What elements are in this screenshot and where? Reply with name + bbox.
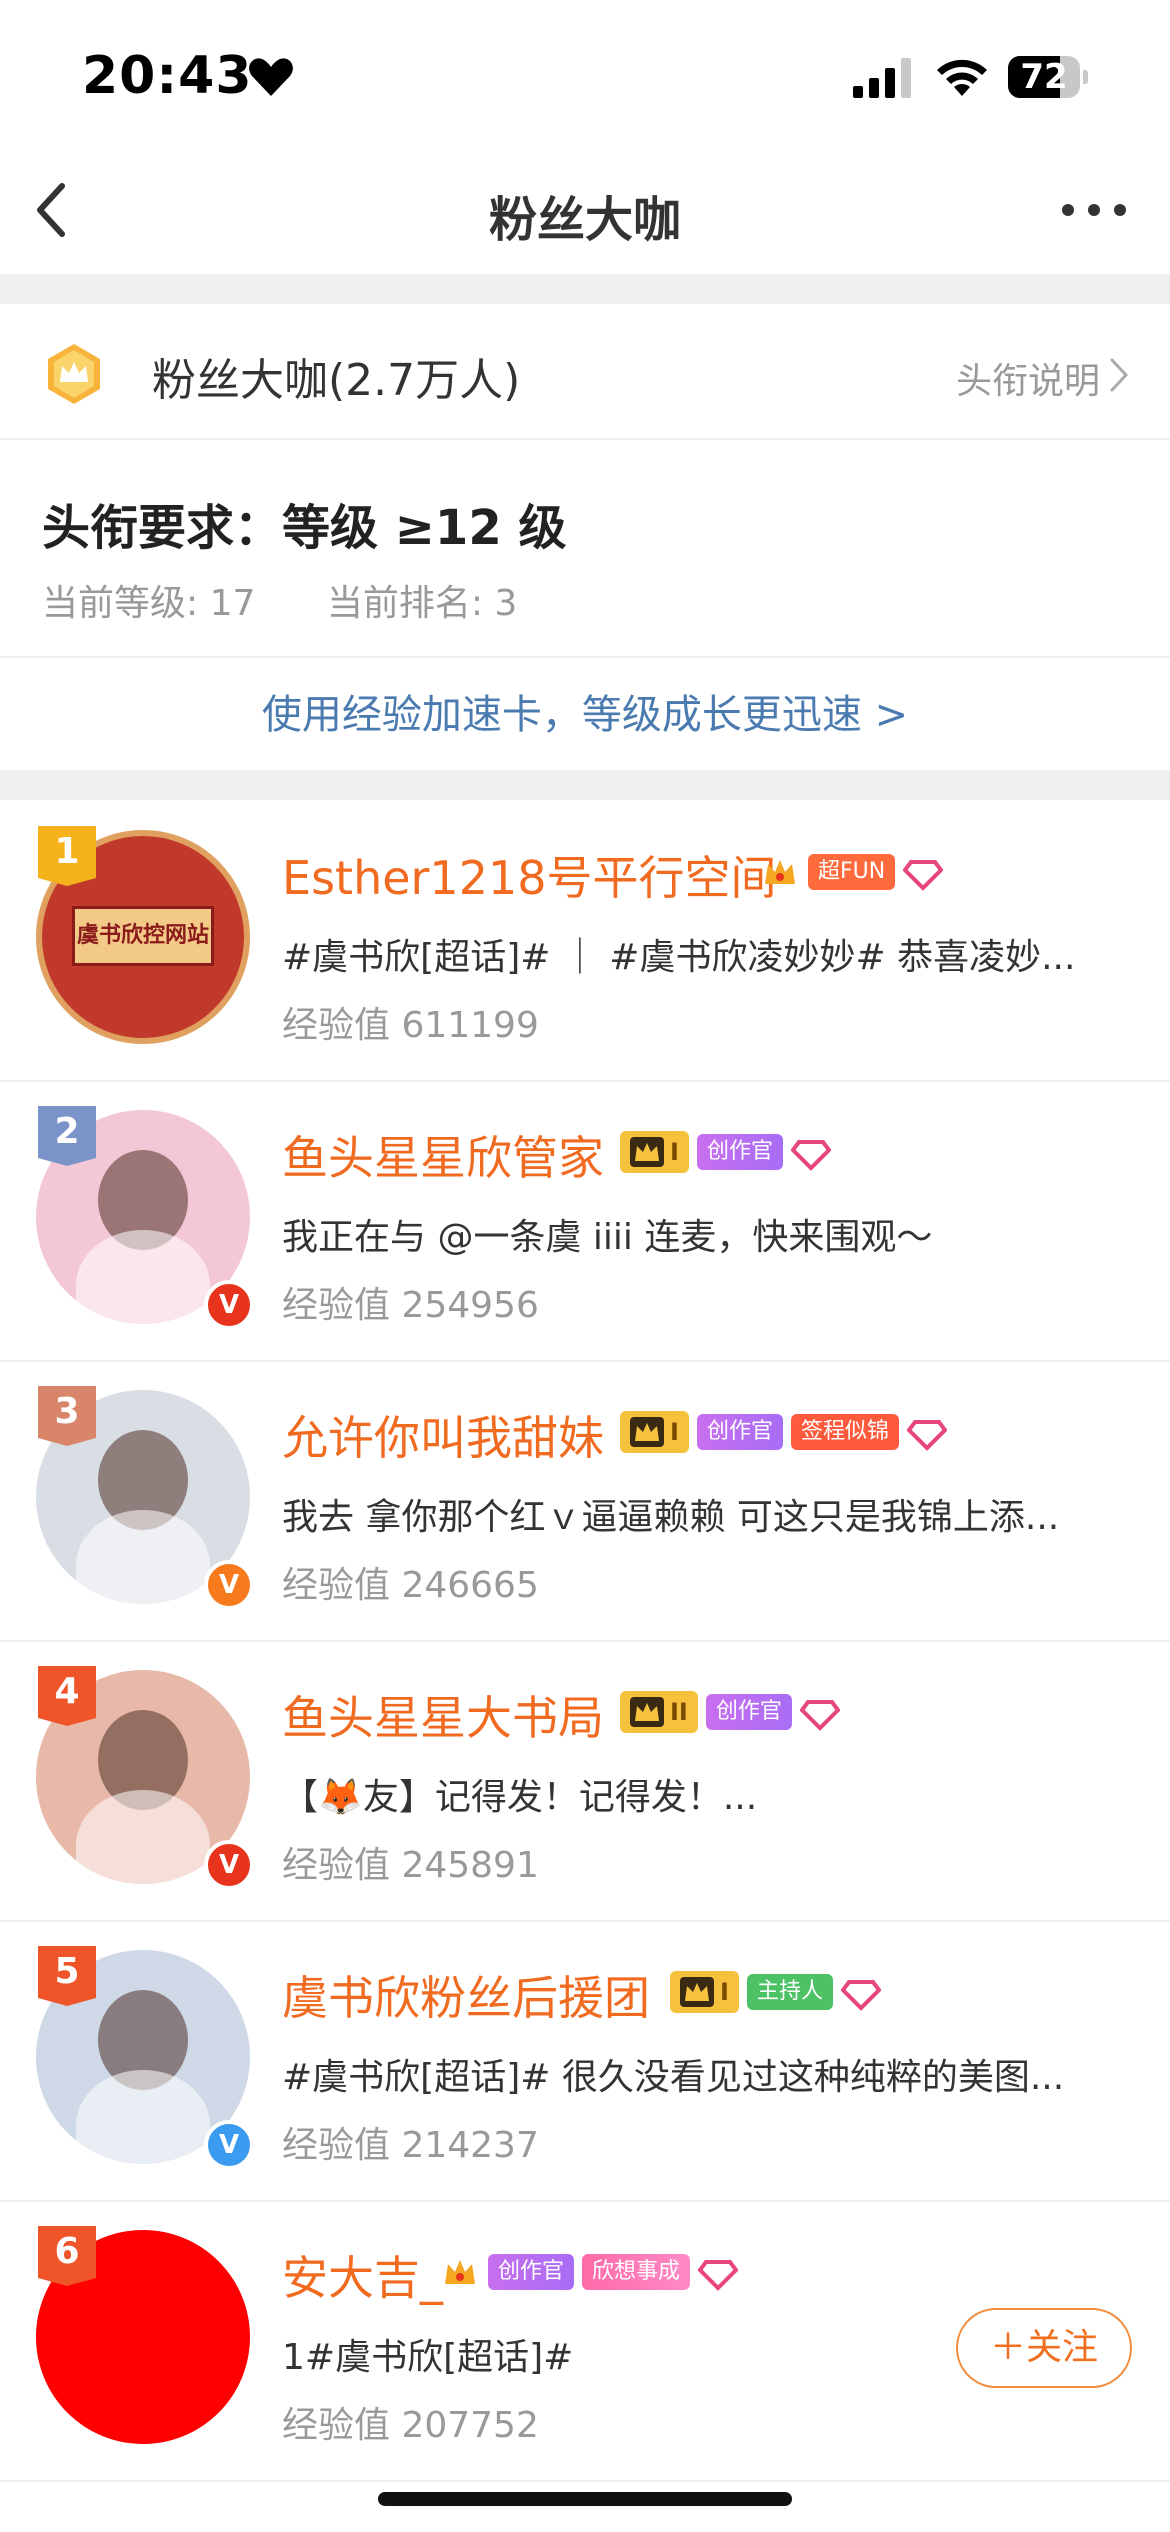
user-name[interactable]: 允许你叫我甜妹 <box>282 1402 604 1468</box>
crown-icon <box>630 1697 664 1727</box>
user-tag: 创作官 <box>705 1694 792 1730</box>
page-title: 粉丝大咖 <box>488 192 681 248</box>
section-divider <box>0 770 1170 800</box>
chevron-right-icon[interactable] <box>1108 356 1130 394</box>
badge-strip: 创作官 欣想事成 <box>440 2248 739 2296</box>
group-name: 粉丝大咖(2.7万人) <box>152 355 521 406</box>
rank-number: 5 <box>54 1951 80 1992</box>
fan-level-badge: I <box>620 1131 689 1173</box>
user-description: 我去 拿你那个红ｖ逼逼赖赖 可这只是我锦上添... <box>282 1497 1060 1538</box>
ranking-row[interactable]: 虞书欣控网站 1 Esther1218号平行空间 超FUN #虞书欣[超话]# ｜ #虞… <box>0 800 1170 1082</box>
diamond-icon <box>790 1140 831 1171</box>
requirement-title: 头衔要求：等级 ≥12 级 <box>42 500 567 556</box>
badge-strip: 超FUN <box>760 848 944 896</box>
verified-badge-icon: V <box>204 1560 254 1610</box>
crown-icon <box>630 1137 664 1167</box>
badge-strip: I 主持人 <box>670 1968 881 2016</box>
section-divider <box>0 274 1170 304</box>
user-name[interactable]: 虞书欣粉丝后援团 <box>282 1962 650 2028</box>
user-description: #虞书欣[超话]# ｜ #虞书欣凌妙妙# 恭喜凌妙... <box>282 937 1076 978</box>
user-name[interactable]: 鱼头星星大书局 <box>282 1682 604 1748</box>
verified-badge-icon: V <box>204 1840 254 1890</box>
follow-button[interactable]: ＋关注 <box>956 2308 1132 2388</box>
vip-crown-icon <box>445 2260 475 2284</box>
fan-level-text: I <box>670 1418 679 1446</box>
user-tag: 创作官 <box>696 1414 783 1450</box>
fan-level-badge: I <box>620 1411 689 1453</box>
user-tag: 创作官 <box>488 2254 575 2290</box>
requirement-status: 当前等级: 17 当前排名: 3 <box>42 574 577 626</box>
accelerator-card-link[interactable]: 使用经验加速卡，等级成长更迅速 > <box>0 660 1170 770</box>
experience-value: 经验值 245891 <box>282 1845 539 1886</box>
crown-icon <box>630 1417 664 1447</box>
experience-value: 经验值 207752 <box>282 2405 539 2446</box>
verified-badge-icon: V <box>204 2120 254 2170</box>
user-description: 我正在与 @一条虞 iiii 连麦，快来围观～ <box>282 1217 933 1258</box>
more-icon[interactable] <box>1058 198 1130 222</box>
user-description: 【🦊友】记得发！记得发！... <box>282 1777 758 1818</box>
user-tag: 超FUN <box>808 854 896 890</box>
badge-strip: I 创作官 <box>620 1128 831 1176</box>
user-tag: 欣想事成 <box>582 2254 691 2290</box>
experience-value: 经验值 246665 <box>282 1565 539 1606</box>
diamond-icon <box>906 1420 947 1451</box>
diamond-icon <box>698 2260 739 2291</box>
user-name[interactable]: 安大吉_ <box>282 2242 443 2308</box>
experience-value: 经验值 214237 <box>282 2125 539 2166</box>
signal-icon <box>853 58 911 98</box>
avatar-logo-text: 虞书欣控网站 <box>72 906 214 966</box>
fan-level-text: II <box>670 1698 688 1726</box>
ranking-row[interactable]: 3 V 允许你叫我甜妹 I 创作官 签程似锦我去 拿你那个红ｖ逼逼赖赖 可这只是我锦上添.… <box>0 1360 1170 1642</box>
experience-value: 经验值 611199 <box>282 1005 539 1046</box>
user-name[interactable]: Esther1218号平行空间 <box>282 842 777 908</box>
ranking-row[interactable]: 6 安大吉_ 创作官 欣想事成 1#虞书欣[超话]# 经验值 207752 ＋关注 <box>0 2200 1170 2482</box>
title-group-row: 粉丝大咖(2.7万人) 头衔说明 <box>0 304 1170 440</box>
fan-level-badge: II <box>620 1691 698 1733</box>
vip-crown-icon <box>765 860 795 884</box>
verified-badge-icon: V <box>204 1280 254 1330</box>
ranking-row[interactable]: 4 V 鱼头星星大书局 II 创作官【🦊友】记得发！记得发！... 经验值 245891 <box>0 1640 1170 1922</box>
requirement-block: 头衔要求：等级 ≥12 级 当前等级: 17 当前排名: 3 <box>0 442 1170 658</box>
rank-number: 6 <box>54 2231 80 2272</box>
diamond-icon <box>799 1700 840 1731</box>
rank-number: 4 <box>54 1671 80 1712</box>
rank-number: 1 <box>54 831 80 872</box>
user-name[interactable]: 鱼头星星欣管家 <box>282 1122 604 1188</box>
fan-level-text: I <box>670 1138 679 1166</box>
user-tag: 创作官 <box>696 1134 783 1170</box>
fan-level-badge: I <box>670 1971 739 2013</box>
crown-badge-icon <box>48 344 100 404</box>
fan-level-text: I <box>720 1978 729 2006</box>
rank-number: 3 <box>54 1391 80 1432</box>
status-bar: 20:43 72 <box>0 0 1170 150</box>
diamond-icon <box>840 1980 881 2011</box>
ranking-row[interactable]: 2 V 鱼头星星欣管家 I 创作官我正在与 @一条虞 iiii 连麦，快来围观～ 经验值 … <box>0 1080 1170 1362</box>
title-explain-link[interactable]: 头衔说明 <box>956 352 1100 404</box>
user-tag: 主持人 <box>746 1974 833 2010</box>
heart-icon <box>249 58 293 96</box>
experience-value: 经验值 254956 <box>282 1285 539 1326</box>
badge-strip: I 创作官 签程似锦 <box>620 1408 947 1456</box>
user-description: #虞书欣[超话]# 很久没看见过这种纯粹的美图... <box>282 2057 1065 2098</box>
current-rank: 当前排名: 3 <box>326 583 518 624</box>
crown-icon <box>680 1977 714 2007</box>
nav-bar: 粉丝大咖 <box>0 150 1170 274</box>
rank-number: 2 <box>54 1111 80 1152</box>
user-tag: 签程似锦 <box>790 1414 899 1450</box>
battery-indicator: 72 <box>1008 56 1088 98</box>
diamond-icon <box>903 860 944 891</box>
current-level: 当前等级: 17 <box>42 583 256 624</box>
home-indicator <box>378 2492 792 2506</box>
wifi-icon <box>937 59 987 96</box>
badge-strip: II 创作官 <box>620 1688 840 1736</box>
user-description: 1#虞书欣[超话]# <box>282 2337 574 2378</box>
battery-percent: 72 <box>1020 57 1068 97</box>
ranking-row[interactable]: 5 V 虞书欣粉丝后援团 I 主持人 #虞书欣[超话]# 很久没看见过这种纯粹的美图...… <box>0 1920 1170 2202</box>
status-time: 20:43 <box>82 46 253 106</box>
